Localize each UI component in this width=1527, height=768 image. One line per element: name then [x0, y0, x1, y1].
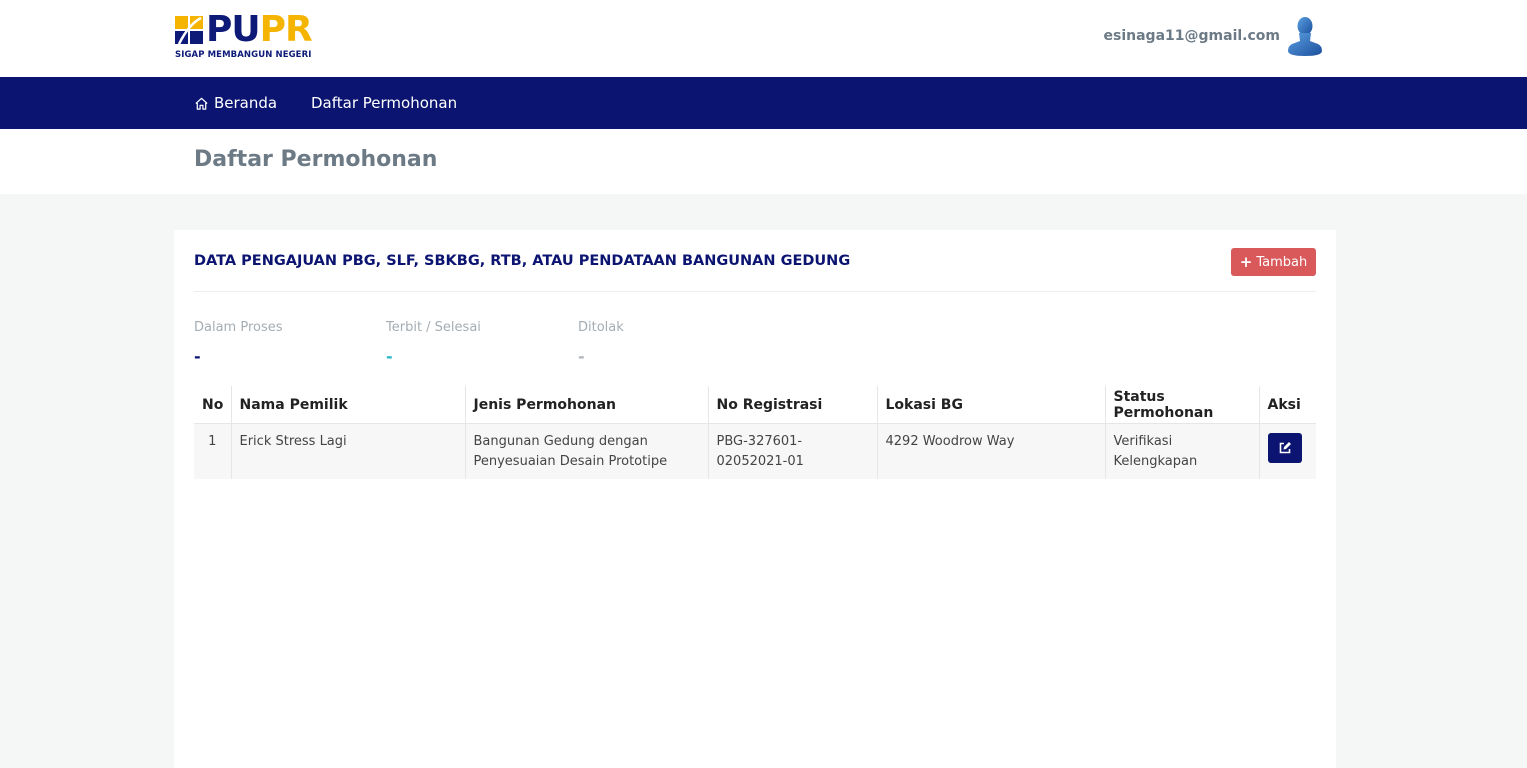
- user-email[interactable]: esinaga11@gmail.com: [1104, 28, 1280, 44]
- main-navbar: Beranda Daftar Permohonan: [0, 77, 1527, 129]
- cell-no: 1: [194, 423, 231, 479]
- edit-button[interactable]: [1267, 433, 1302, 463]
- col-header-lokasi-bg[interactable]: Lokasi BG: [876, 386, 1105, 424]
- col-header-nama-pemilik[interactable]: Nama Pemilik: [230, 386, 465, 424]
- logo-tagline: SIGAP MEMBANGUN NEGERI: [175, 50, 312, 60]
- cell-jenis-permohonan: Bangunan Gedung dengan Penyesuaian Desai…: [464, 423, 708, 479]
- top-header: PUPR SIGAP MEMBANGUN NEGERI esinaga11@gm…: [0, 0, 1527, 77]
- logo-wordmark: PUPR: [206, 9, 313, 50]
- cell-lokasi-bg: 4292 Woodrow Way: [876, 423, 1105, 479]
- tambah-label: Tambah: [1256, 254, 1308, 270]
- table-header-row: No Nama Pemilik Jenis Permohonan No Regi…: [194, 386, 1316, 424]
- col-header-no[interactable]: No: [194, 386, 231, 424]
- permohonan-card: DATA PENGAJUAN PBG, SLF, SBKBG, RTB, ATA…: [174, 230, 1336, 768]
- user-avatar-icon[interactable]: [1288, 15, 1322, 57]
- nav-beranda[interactable]: Beranda: [194, 77, 277, 129]
- edit-icon: [1279, 442, 1291, 454]
- stat-label: Ditolak: [578, 320, 624, 335]
- user-menu[interactable]: esinaga11@gmail.com: [1104, 14, 1322, 58]
- stat-value: -: [578, 347, 585, 366]
- stat-dalam-proses: Dalam Proses -: [194, 320, 283, 366]
- table-row: 1 Erick Stress Lagi Bangunan Gedung deng…: [194, 423, 1316, 479]
- cell-aksi: [1258, 423, 1316, 479]
- plus-icon: +: [1239, 253, 1253, 271]
- page-title: Daftar Permohonan: [194, 147, 438, 172]
- cell-no-registrasi: PBG-327601-02052021-01: [707, 423, 877, 479]
- stat-ditolak: Ditolak -: [578, 320, 624, 366]
- col-header-status-permohonan[interactable]: Status Permohonan: [1104, 386, 1259, 424]
- stat-terbit-selesai: Terbit / Selesai -: [386, 320, 481, 366]
- stat-value: -: [386, 347, 393, 366]
- stat-value: -: [194, 347, 201, 366]
- stat-label: Dalam Proses: [194, 320, 283, 335]
- col-header-no-registrasi[interactable]: No Registrasi: [707, 386, 877, 424]
- cell-status: Verifikasi Kelengkapan: [1104, 423, 1259, 479]
- nav-daftar-permohonan[interactable]: Daftar Permohonan: [311, 77, 457, 129]
- col-header-aksi: Aksi: [1258, 386, 1316, 424]
- permohonan-table: No Nama Pemilik Jenis Permohonan No Regi…: [194, 386, 1316, 479]
- pupr-logo[interactable]: PUPR SIGAP MEMBANGUN NEGERI: [175, 9, 335, 62]
- stat-label: Terbit / Selesai: [386, 320, 481, 335]
- page-header: Daftar Permohonan: [0, 129, 1527, 194]
- home-icon: [195, 97, 208, 110]
- card-title: DATA PENGAJUAN PBG, SLF, SBKBG, RTB, ATA…: [194, 253, 851, 269]
- nav-beranda-label: Beranda: [214, 94, 278, 112]
- tambah-button[interactable]: + Tambah: [1231, 248, 1316, 276]
- pupr-logo-mark-icon: [175, 16, 203, 45]
- col-header-jenis-permohonan[interactable]: Jenis Permohonan: [464, 386, 708, 424]
- card-divider: [194, 291, 1316, 292]
- cell-nama-pemilik: Erick Stress Lagi: [230, 423, 465, 479]
